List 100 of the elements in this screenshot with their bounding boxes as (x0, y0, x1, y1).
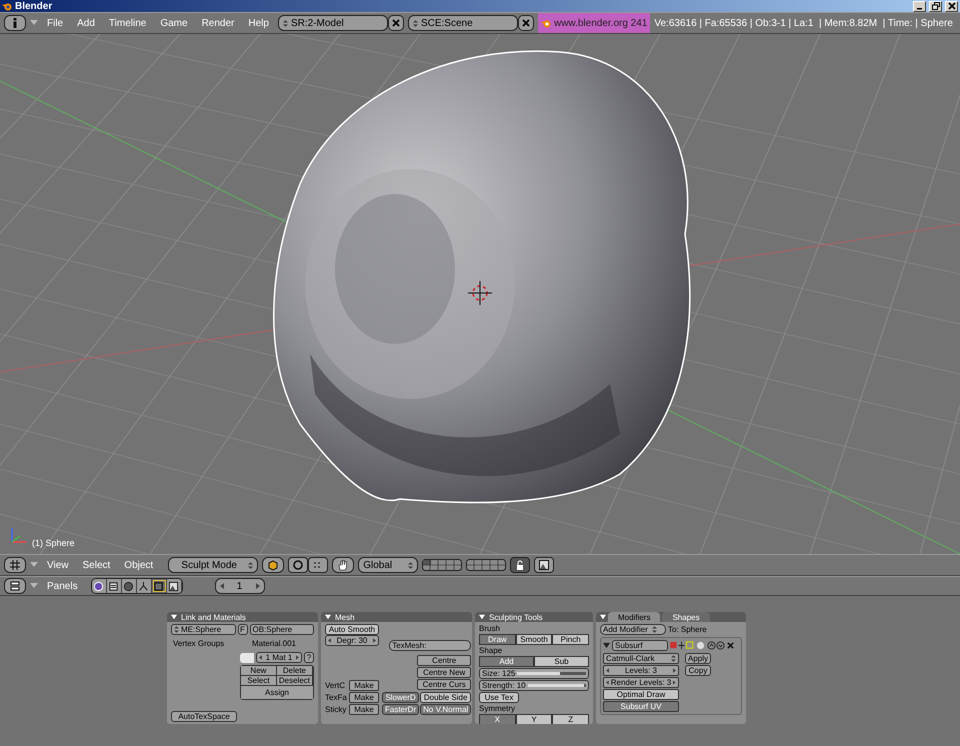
shape-option[interactable]: Add (479, 656, 534, 667)
delete-screen-button[interactable] (388, 15, 404, 31)
draw-option-toggle[interactable]: SlowerD (382, 692, 420, 703)
right-arrow-icon[interactable] (673, 668, 676, 673)
menu-item[interactable]: Timeline (104, 18, 152, 28)
layer-grid[interactable] (422, 558, 462, 572)
degree-field[interactable]: Degr: 30 (325, 635, 379, 646)
snap-button[interactable] (308, 557, 328, 573)
right-arrow-icon[interactable] (296, 655, 299, 660)
render-levels-field[interactable]: Render Levels: 3 (603, 677, 679, 688)
menu-item[interactable]: Add (72, 18, 100, 28)
material-action-button[interactable]: Select (241, 676, 277, 686)
make-button[interactable]: Make (349, 680, 379, 691)
draw-option-toggle[interactable]: Double Side (420, 692, 472, 703)
collapse-triangle-icon[interactable] (171, 614, 177, 620)
shape-option[interactable]: Sub (534, 656, 589, 667)
menu-item[interactable]: File (42, 18, 68, 28)
menu-item[interactable]: Panels (42, 580, 83, 592)
scene-tab[interactable] (166, 579, 182, 593)
auto-smooth-toggle[interactable]: Auto Smooth (325, 624, 379, 635)
modifier-name-field[interactable]: Subsurf (612, 640, 668, 651)
modifier-action-button[interactable]: Copy (685, 665, 711, 676)
editor-type-button[interactable] (4, 557, 26, 573)
editor-type-button[interactable] (4, 578, 26, 594)
orientation-dropdown[interactable]: Global (358, 557, 418, 573)
collapse-triangle-icon[interactable] (600, 614, 606, 620)
brush-slider[interactable]: Size: 125 (479, 668, 589, 679)
brush-option[interactable]: Draw (479, 634, 516, 645)
close-icon[interactable] (727, 642, 734, 649)
object-cube-button[interactable] (262, 557, 284, 573)
centre-button[interactable]: Centre (417, 655, 472, 666)
symmetry-axis-toggle[interactable]: Z (552, 714, 590, 724)
close-button[interactable] (945, 0, 958, 12)
brush-slider[interactable]: Strength: 10 (479, 680, 589, 691)
right-arrow-icon[interactable] (373, 638, 376, 643)
help-button[interactable]: ? (304, 652, 314, 663)
material-index-field[interactable]: 1 Mat 1 (256, 652, 302, 663)
modifier-option-toggle[interactable]: Subsurf UV (603, 701, 679, 712)
3d-viewport[interactable]: (1) Sphere (0, 34, 960, 554)
fake-user-button[interactable]: F (238, 624, 248, 635)
draw-option-toggle[interactable]: FasterDr (382, 704, 420, 715)
transform-manipulator-button[interactable] (332, 557, 354, 573)
menu-item[interactable]: Game (155, 18, 193, 28)
panel-header[interactable]: Mesh (321, 612, 472, 622)
mesh-name-field[interactable]: ME:Sphere (171, 624, 236, 635)
panel-header[interactable]: Sculpting Tools (475, 612, 593, 622)
shading-tab[interactable] (122, 579, 137, 593)
menu-item[interactable]: View (42, 560, 74, 570)
material-action-button[interactable]: Assign (241, 686, 313, 699)
object-name-field[interactable]: OB:Sphere (250, 624, 314, 635)
left-arrow-icon[interactable] (220, 583, 224, 589)
layer-grid[interactable] (466, 558, 506, 572)
draw-option-toggle[interactable]: No V.Normal (420, 704, 472, 715)
material-action-button[interactable]: Delete (276, 666, 313, 676)
mode-dropdown[interactable]: Sculpt Mode (168, 557, 258, 573)
editing-tab[interactable] (152, 579, 167, 593)
left-arrow-icon[interactable] (606, 680, 609, 685)
material-color-swatch[interactable] (240, 652, 254, 662)
collapse-triangle-icon[interactable] (479, 614, 485, 620)
minimize-button[interactable] (913, 0, 926, 12)
scene-selector[interactable]: SCE:Scene (408, 15, 518, 31)
move-up-down-icon[interactable] (707, 641, 725, 650)
levels-field[interactable]: Levels: 3 (603, 665, 679, 676)
symmetry-axis-toggle[interactable]: X (479, 714, 516, 724)
expand-triangle-icon[interactable] (603, 642, 610, 649)
centre-button[interactable]: Centre Curs (417, 679, 472, 690)
modifier-option-toggle[interactable]: Optimal Draw (603, 689, 679, 700)
menu-item[interactable]: Render (196, 18, 240, 28)
modifier-action-button[interactable]: Apply (685, 653, 711, 664)
material-action-button[interactable]: Deselect (276, 676, 313, 686)
right-arrow-icon[interactable] (256, 583, 260, 589)
menu-item[interactable]: Select (78, 560, 116, 570)
panel-tab[interactable]: Modifiers (608, 612, 660, 622)
screen-selector[interactable]: SR:2-Model (278, 15, 388, 31)
object-tab[interactable] (136, 579, 152, 593)
delete-scene-button[interactable] (518, 15, 534, 31)
info-window-button[interactable] (4, 15, 26, 31)
frame-spinner[interactable]: 1 (214, 578, 265, 594)
script-tab[interactable] (106, 579, 122, 593)
menu-item[interactable]: Help (243, 18, 274, 28)
make-button[interactable]: Make (349, 704, 379, 715)
logic-tab[interactable] (92, 579, 107, 593)
subdivision-type-dropdown[interactable]: Catmull-Clark (603, 653, 679, 664)
circle-icon[interactable] (696, 641, 705, 650)
material-action-button[interactable]: New (241, 666, 277, 676)
brush-option[interactable]: Pinch (552, 634, 590, 645)
auto-tex-space-button[interactable]: AutoTexSpace (171, 711, 237, 722)
menu-item[interactable]: Object (119, 560, 158, 570)
left-arrow-icon[interactable] (606, 668, 609, 673)
symmetry-axis-toggle[interactable]: Y (516, 714, 552, 724)
brush-option[interactable]: Smooth (516, 634, 552, 645)
tex-mesh-field[interactable]: TexMesh: (389, 640, 472, 651)
make-button[interactable]: Make (349, 692, 379, 703)
right-arrow-icon[interactable] (673, 680, 676, 685)
panel-header[interactable]: Link and Materials (167, 612, 318, 622)
lock-button[interactable] (510, 557, 530, 573)
left-arrow-icon[interactable] (328, 638, 331, 643)
use-texture-toggle[interactable]: Use Tex (479, 692, 519, 703)
maximize-button[interactable] (929, 0, 942, 12)
collapse-triangle-icon[interactable] (325, 614, 331, 620)
